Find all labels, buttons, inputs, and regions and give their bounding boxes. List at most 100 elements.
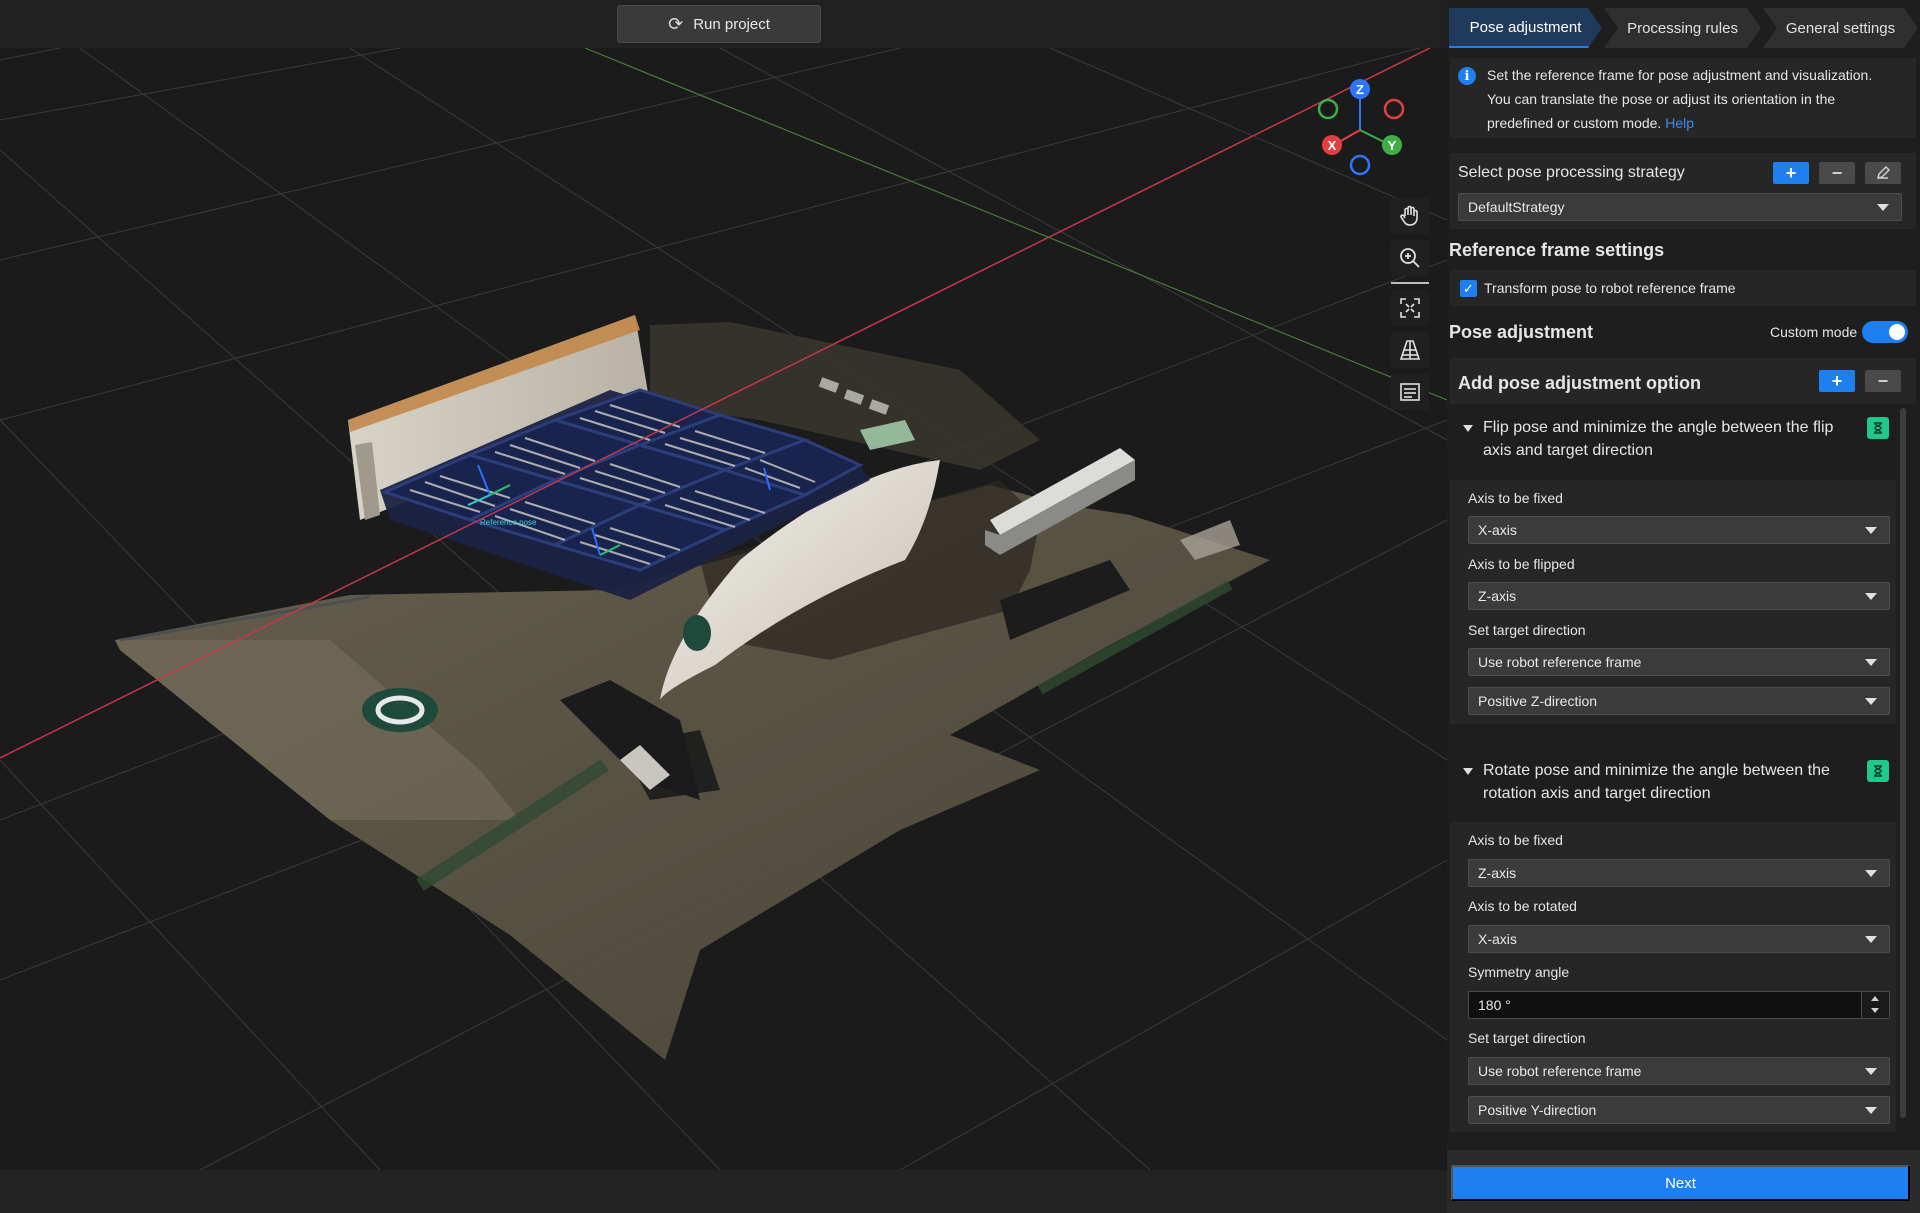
chevron-down-icon — [1865, 1068, 1877, 1075]
tab-label: Pose adjustment — [1469, 18, 1582, 36]
pose-adjustment-heading: Pose adjustment — [1449, 322, 1594, 342]
collapse-arrow-icon[interactable] — [1463, 768, 1473, 775]
select-value: Z-axis — [1478, 865, 1517, 881]
option-2-axis-rotated-label: Axis to be rotated — [1468, 898, 1577, 914]
next-button[interactable]: Next — [1451, 1165, 1910, 1201]
chevron-down-icon — [1865, 1107, 1877, 1114]
info-text-line-1: Set the reference frame for pose adjustm… — [1487, 67, 1873, 83]
chevron-down-icon — [1865, 527, 1877, 534]
option-1-axis-flipped-label: Axis to be flipped — [1468, 556, 1575, 572]
option-1-axis-fixed-label: Axis to be fixed — [1468, 490, 1563, 506]
option-2-reference-frame-select[interactable]: Use robot reference frame — [1468, 1057, 1890, 1085]
hand-icon — [1400, 205, 1418, 226]
viewport-toolbar — [1391, 198, 1429, 416]
tab-processing-rules[interactable]: Processing rules — [1604, 8, 1761, 48]
option-2-axis-fixed-label: Axis to be fixed — [1468, 832, 1563, 848]
add-option-label: Add pose adjustment option — [1458, 373, 1701, 393]
tab-label: General settings — [1785, 19, 1896, 37]
angle-stepper[interactable] — [1861, 992, 1889, 1018]
help-link[interactable]: Help — [1665, 115, 1694, 131]
run-project-label: Run project — [693, 15, 770, 33]
collapse-arrow-icon[interactable] — [1463, 425, 1473, 432]
chevron-down-icon — [1877, 204, 1889, 211]
viewport-bottom-bar — [0, 1170, 1447, 1213]
info-text-line-2: You can translate the pose or adjust its… — [1487, 91, 1836, 107]
option-1-axis-flipped-select[interactable]: Z-axis — [1468, 582, 1890, 610]
select-value: Positive Y-direction — [1478, 1102, 1597, 1118]
select-value: Use robot reference frame — [1478, 654, 1642, 670]
option-1-title-line-1: Flip pose and minimize the angle between… — [1483, 419, 1834, 436]
remove-option-button[interactable]: − — [1865, 370, 1901, 392]
zoom-tool-button[interactable] — [1391, 240, 1429, 276]
perspective-view-button[interactable] — [1391, 332, 1429, 368]
tab-bar: Pose adjustment Processing rules General… — [1447, 8, 1920, 50]
option-1-reference-frame-select[interactable]: Use robot reference frame — [1468, 648, 1890, 676]
remove-strategy-button[interactable]: − — [1819, 162, 1855, 184]
transform-pose-checkbox[interactable]: ✓ — [1460, 280, 1477, 297]
tool-divider — [1391, 282, 1429, 284]
hourglass-icon — [1874, 765, 1882, 777]
gizmo-z-label: Z — [1356, 82, 1364, 97]
option-2-target-direction-label: Set target direction — [1468, 1030, 1586, 1046]
hourglass-icon — [1874, 422, 1882, 434]
tab-label: Processing rules — [1627, 19, 1738, 37]
option-1-target-direction-label: Set target direction — [1468, 622, 1586, 638]
add-option-button[interactable]: + — [1819, 370, 1855, 392]
refresh-icon: ⟳ — [668, 13, 684, 34]
chevron-down-icon — [1865, 593, 1877, 600]
select-value: Positive Z-direction — [1478, 693, 1598, 709]
strategy-select[interactable]: DefaultStrategy — [1458, 193, 1902, 221]
option-2-symmetry-angle-label: Symmetry angle — [1468, 964, 1570, 980]
stepper-up-icon[interactable] — [1871, 996, 1879, 1001]
add-strategy-button[interactable]: + — [1773, 162, 1809, 184]
display-list-button[interactable] — [1391, 374, 1429, 410]
panel-scrollbar[interactable] — [1900, 408, 1906, 1118]
reference-frame-heading: Reference frame settings — [1449, 240, 1665, 260]
orientation-gizmo[interactable]: Z X Y — [1308, 74, 1418, 184]
chevron-down-icon — [1865, 698, 1877, 705]
option-2-direction-select[interactable]: Positive Y-direction — [1468, 1096, 1890, 1124]
option-2-enabled-icon[interactable] — [1867, 760, 1889, 782]
edit-strategy-button[interactable] — [1865, 162, 1901, 184]
option-1-direction-select[interactable]: Positive Z-direction — [1468, 687, 1890, 715]
option-2-title-line-1: Rotate pose and minimize the angle betwe… — [1483, 762, 1830, 779]
option-2-axis-fixed-select[interactable]: Z-axis — [1468, 859, 1890, 887]
fit-view-icon — [1400, 298, 1420, 318]
stepper-down-icon[interactable] — [1871, 1008, 1879, 1013]
custom-mode-label: Custom mode — [1770, 324, 1858, 340]
tab-general-settings[interactable]: General settings — [1763, 8, 1918, 48]
next-label: Next — [1665, 1174, 1696, 1192]
option-1-title-line-2: axis and target direction — [1483, 442, 1653, 459]
symmetry-angle-input[interactable]: 180 ° — [1468, 991, 1890, 1019]
list-icon — [1400, 383, 1420, 401]
spin-value: 180 ° — [1478, 997, 1511, 1013]
option-1-enabled-icon[interactable] — [1867, 417, 1889, 439]
hand-tool-button[interactable] — [1391, 198, 1429, 234]
option-2-axis-rotated-select[interactable]: X-axis — [1468, 925, 1890, 953]
select-value: X-axis — [1478, 522, 1517, 538]
option-2-title-line-2: rotation axis and target direction — [1483, 785, 1711, 802]
viewport-3d[interactable]: Reference pose ⟳ Run project Z X Y — [0, 0, 1447, 1213]
reference-pose-label: Reference pose — [480, 518, 537, 527]
fit-view-button[interactable] — [1391, 290, 1429, 326]
toggle-knob — [1889, 324, 1905, 340]
pencil-icon — [1876, 165, 1891, 180]
tab-pose-adjustment[interactable]: Pose adjustment — [1449, 8, 1602, 48]
run-project-button[interactable]: ⟳ Run project — [617, 5, 821, 43]
point-cloud-scene: Reference pose — [0, 47, 1447, 1171]
select-value: Z-axis — [1478, 588, 1517, 604]
chevron-down-icon — [1865, 870, 1877, 877]
zoom-icon — [1400, 248, 1420, 268]
select-value: X-axis — [1478, 931, 1517, 947]
chevron-down-icon — [1865, 936, 1877, 943]
transform-pose-label: Transform pose to robot reference frame — [1484, 280, 1736, 296]
custom-mode-toggle[interactable] — [1862, 321, 1908, 343]
info-text-line-3: predefined or custom mode. Help — [1487, 115, 1695, 131]
perspective-icon — [1399, 340, 1421, 360]
chevron-down-icon — [1865, 659, 1877, 666]
info-icon: i — [1458, 67, 1476, 85]
gizmo-y-label: Y — [1388, 138, 1397, 153]
strategy-value: DefaultStrategy — [1468, 199, 1565, 215]
select-value: Use robot reference frame — [1478, 1063, 1642, 1079]
option-1-axis-fixed-select[interactable]: X-axis — [1468, 516, 1890, 544]
